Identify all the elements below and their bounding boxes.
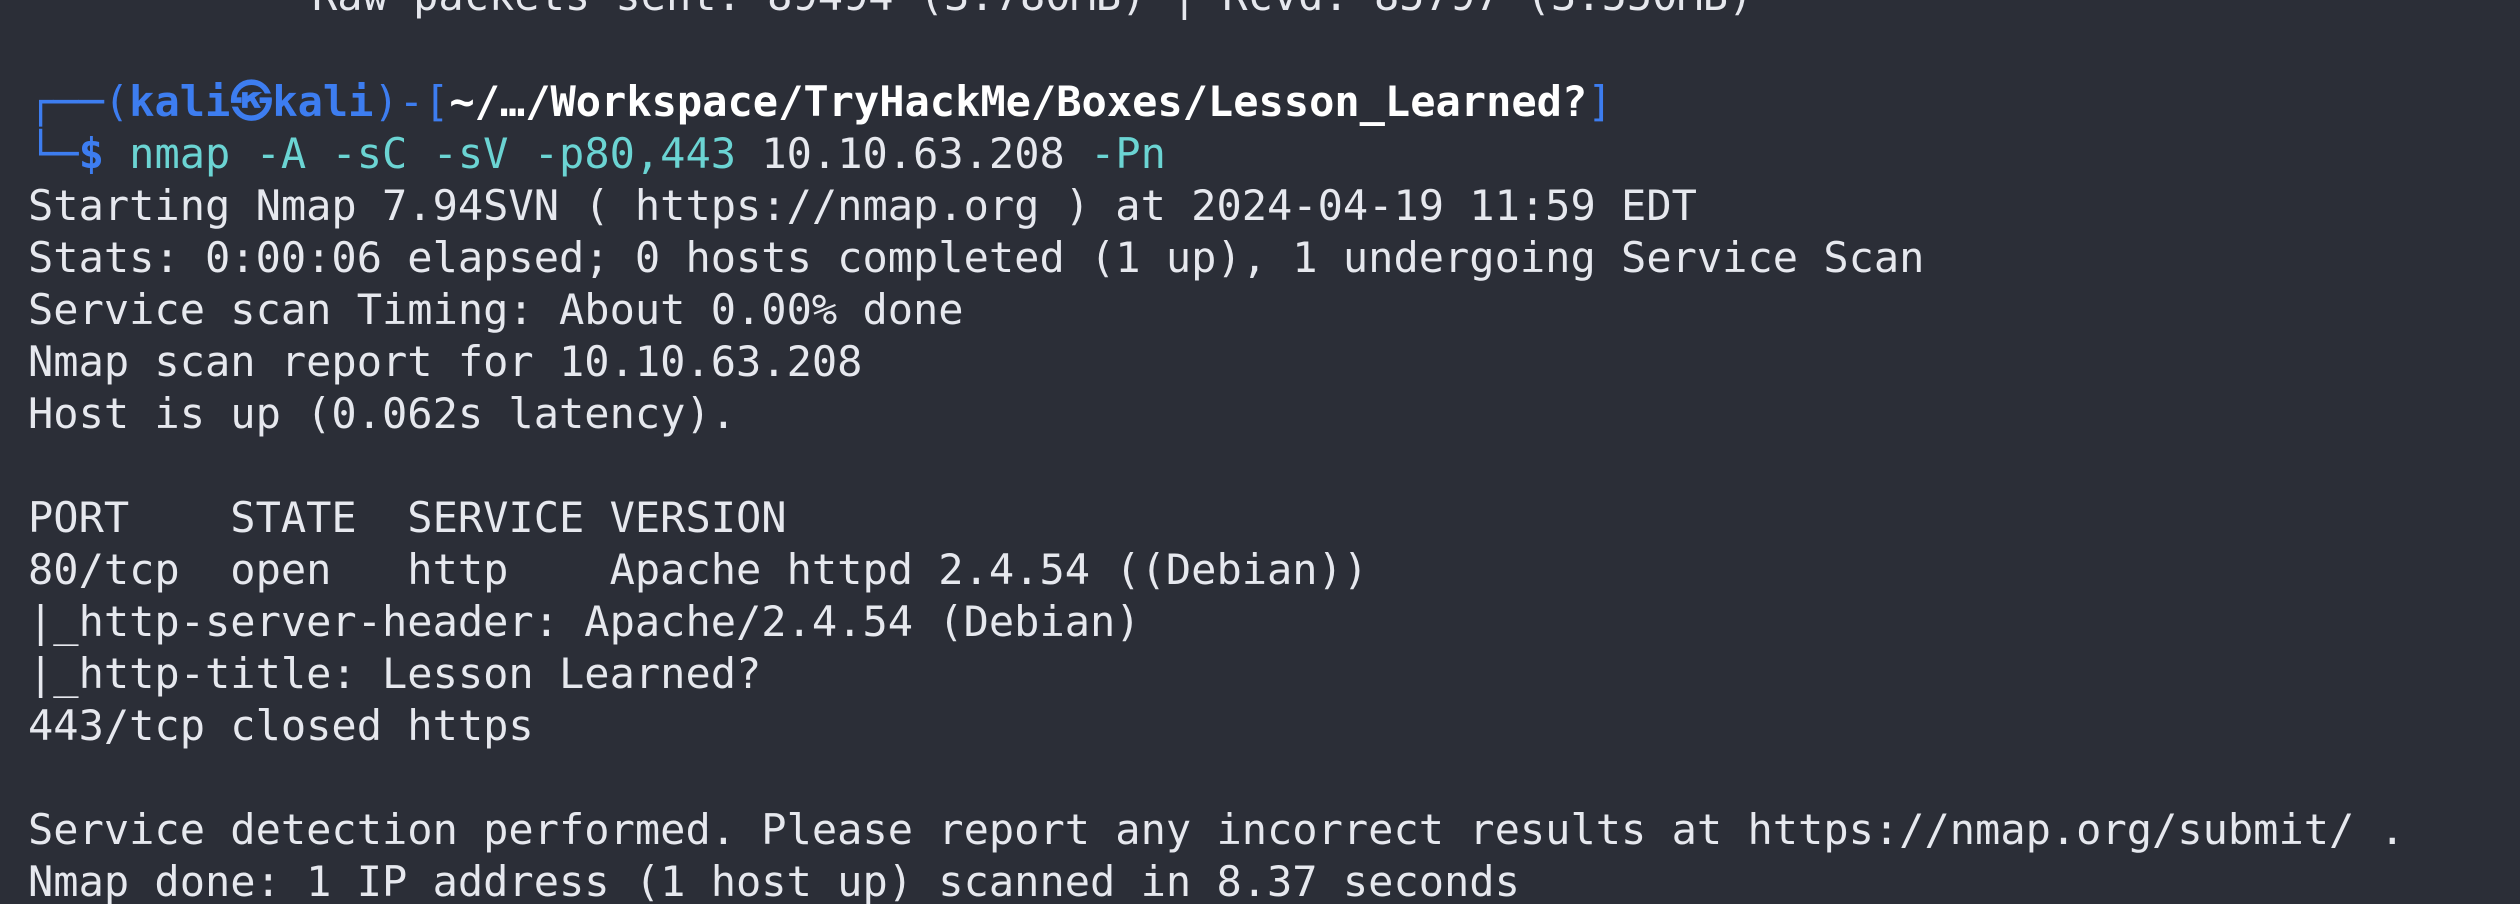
output-line: Stats: 0:00:06 elapsed; 0 hosts complete… xyxy=(28,233,1925,282)
output-line: 80/tcp open http Apache httpd 2.4.54 ((D… xyxy=(28,545,1369,594)
prompt-host: kali xyxy=(272,77,374,126)
prompt-dollar: $ xyxy=(78,129,104,178)
output-line: Host is up (0.062s latency). xyxy=(28,389,737,438)
output-line: |_http-title: Lesson Learned? xyxy=(28,649,762,698)
command-line: └─$ nmap -A -sC -sV -p80,443 10.10.63.20… xyxy=(28,128,1166,180)
cut-off-stats-line: Raw packets sent: 89494 (3.780MB) | Rcvd… xyxy=(312,0,1753,22)
output-line: Service scan Timing: About 0.00% done xyxy=(28,285,964,334)
prompt-corner-top: ┌── xyxy=(28,77,104,126)
prompt-header-line: ┌──(kali㉿kali)-[~/…/Workspace/TryHackMe/… xyxy=(28,76,1613,128)
prompt-open-paren: ( xyxy=(103,77,130,126)
output-line: Starting Nmap 7.94SVN ( https://nmap.org… xyxy=(28,181,1697,230)
output-line: Nmap done: 1 IP address (1 host up) scan… xyxy=(28,857,1520,904)
prompt-path: ~/…/Workspace/TryHackMe/Boxes/Lesson_Lea… xyxy=(449,77,1588,126)
command-target: 10.10.63.208 xyxy=(761,129,1065,178)
prompt-corner-bottom: └─ xyxy=(28,129,79,178)
output-line: 443/tcp closed https xyxy=(28,701,534,750)
prompt-user: kali xyxy=(129,77,231,126)
kali-skull-icon: ㉿ xyxy=(230,77,273,126)
output-line: |_http-server-header: Apache/2.4.54 (Deb… xyxy=(28,597,1141,646)
output-line: Service detection performed. Please repo… xyxy=(28,805,2405,854)
prompt-close-bracket: ] xyxy=(1587,77,1613,126)
terminal-window[interactable]: Raw packets sent: 89494 (3.780MB) | Rcvd… xyxy=(0,0,2520,904)
prompt-close-paren: )-[ xyxy=(373,77,450,126)
command-flag: -Pn xyxy=(1090,129,1166,178)
command-text: nmap -A -sC -sV -p80,443 xyxy=(129,129,737,178)
output-line: Nmap scan report for 10.10.63.208 xyxy=(28,337,863,386)
output-line: PORT STATE SERVICE VERSION xyxy=(28,493,787,542)
